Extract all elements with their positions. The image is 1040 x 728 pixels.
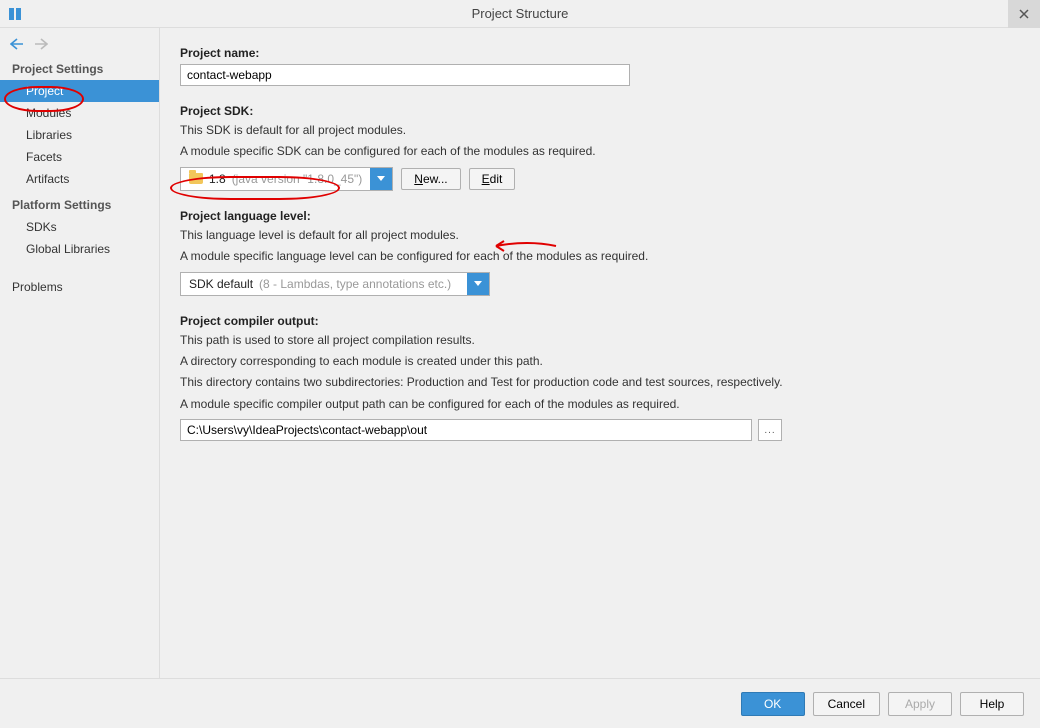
language-level-descr-2: A module specific language level can be … xyxy=(180,248,1020,265)
sidebar-item-modules[interactable]: Modules xyxy=(0,102,159,124)
nav-history xyxy=(0,34,159,54)
browse-button[interactable]: ... xyxy=(758,419,782,441)
folder-icon xyxy=(189,173,203,184)
co-descr-4: A module specific compiler output path c… xyxy=(180,396,1020,413)
section-platform-settings: Platform Settings xyxy=(0,190,159,216)
section-project-settings: Project Settings xyxy=(0,54,159,80)
project-name-input[interactable] xyxy=(180,64,630,86)
sidebar: Project Settings Project Modules Librari… xyxy=(0,28,160,678)
titlebar: Project Structure xyxy=(0,0,1040,28)
co-descr-3: This directory contains two subdirectori… xyxy=(180,374,1020,391)
sidebar-item-project[interactable]: Project xyxy=(0,80,159,102)
sdk-combo-suffix: (java version "1.8.0_45") xyxy=(232,172,363,186)
nav-back-icon[interactable] xyxy=(10,38,24,50)
chevron-down-icon[interactable] xyxy=(467,273,489,295)
project-sdk-descr-2: A module specific SDK can be configured … xyxy=(180,143,1020,160)
sidebar-item-libraries[interactable]: Libraries xyxy=(0,124,159,146)
project-name-label: Project name: xyxy=(180,46,1020,60)
compiler-output-label: Project compiler output: xyxy=(180,314,1020,328)
language-level-label: Project language level: xyxy=(180,209,1020,223)
project-sdk-label: Project SDK: xyxy=(180,104,1020,118)
sdk-edit-button[interactable]: Edit xyxy=(469,168,516,190)
ok-button[interactable]: OK xyxy=(741,692,805,716)
compiler-output-input[interactable] xyxy=(180,419,752,441)
nav-forward-icon[interactable] xyxy=(34,38,48,50)
project-sdk-combo[interactable]: 1.8 (java version "1.8.0_45") xyxy=(180,167,393,191)
dialog-footer: OK Cancel Apply Help xyxy=(0,678,1040,728)
language-level-combo[interactable]: SDK default (8 - Lambdas, type annotatio… xyxy=(180,272,490,296)
cancel-button[interactable]: Cancel xyxy=(813,692,880,716)
help-button[interactable]: Help xyxy=(960,692,1024,716)
co-descr-1: This path is used to store all project c… xyxy=(180,332,1020,349)
language-level-descr-1: This language level is default for all p… xyxy=(180,227,1020,244)
co-descr-2: A directory corresponding to each module… xyxy=(180,353,1020,370)
project-sdk-descr-1: This SDK is default for all project modu… xyxy=(180,122,1020,139)
sidebar-item-facets[interactable]: Facets xyxy=(0,146,159,168)
window-title: Project Structure xyxy=(0,6,1040,21)
content-pane: Project name: Project SDK: This SDK is d… xyxy=(160,28,1040,678)
sidebar-item-global-libraries[interactable]: Global Libraries xyxy=(0,238,159,260)
chevron-down-icon[interactable] xyxy=(370,168,392,190)
sdk-new-button[interactable]: New... xyxy=(401,168,460,190)
ll-combo-value: SDK default xyxy=(189,277,253,291)
apply-button[interactable]: Apply xyxy=(888,692,952,716)
close-button[interactable] xyxy=(1008,0,1040,28)
sidebar-item-sdks[interactable]: SDKs xyxy=(0,216,159,238)
sdk-combo-value: 1.8 xyxy=(209,172,226,186)
ll-combo-suffix: (8 - Lambdas, type annotations etc.) xyxy=(259,277,451,291)
sidebar-item-problems[interactable]: Problems xyxy=(0,276,159,298)
sidebar-item-artifacts[interactable]: Artifacts xyxy=(0,168,159,190)
